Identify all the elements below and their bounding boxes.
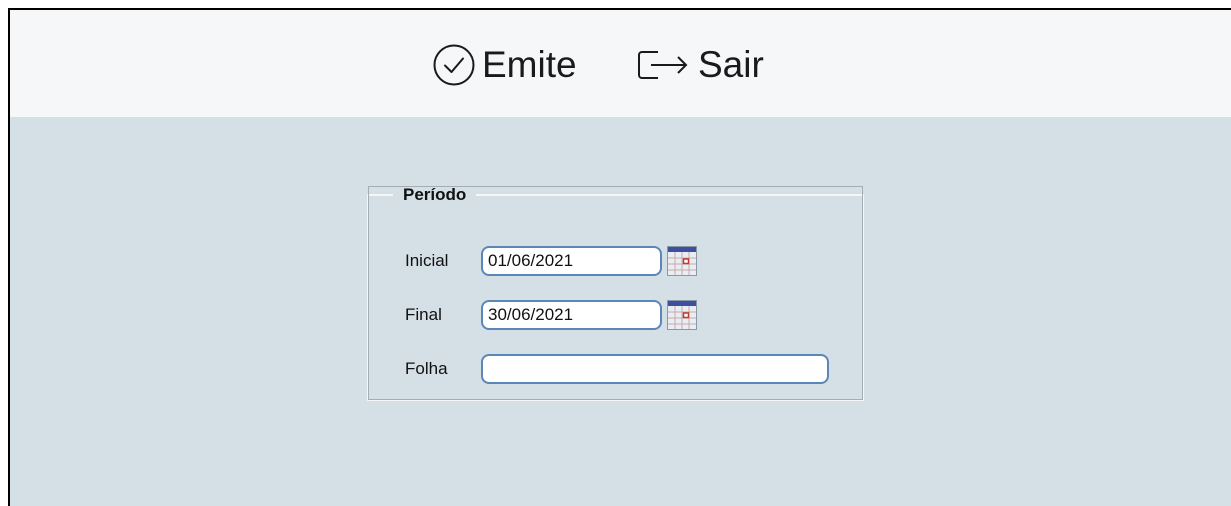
check-circle-icon <box>432 43 476 87</box>
emite-label: Emite <box>482 44 577 85</box>
final-date-input[interactable] <box>481 300 662 330</box>
emite-button[interactable]: Emite <box>432 43 577 87</box>
sair-button[interactable]: Sair <box>636 43 764 87</box>
inicial-date-input[interactable] <box>481 246 662 276</box>
final-label: Final <box>405 305 442 324</box>
calendar-icon[interactable] <box>667 300 697 330</box>
sair-label: Sair <box>698 44 764 85</box>
inicial-label: Inicial <box>405 251 449 270</box>
content-area: Período Inicial Final <box>10 117 1231 506</box>
periodo-group: Período Inicial Final <box>367 185 864 401</box>
periodo-legend: Período <box>403 185 467 204</box>
exit-icon <box>636 43 692 87</box>
toolbar: Emite Sair <box>10 10 1231 117</box>
calendar-icon[interactable] <box>667 246 697 276</box>
folha-input[interactable] <box>481 354 829 384</box>
folha-label: Folha <box>405 359 448 378</box>
window-frame: Emite Sair Período Inicial 01/06/2021 Fi… <box>8 8 1231 506</box>
